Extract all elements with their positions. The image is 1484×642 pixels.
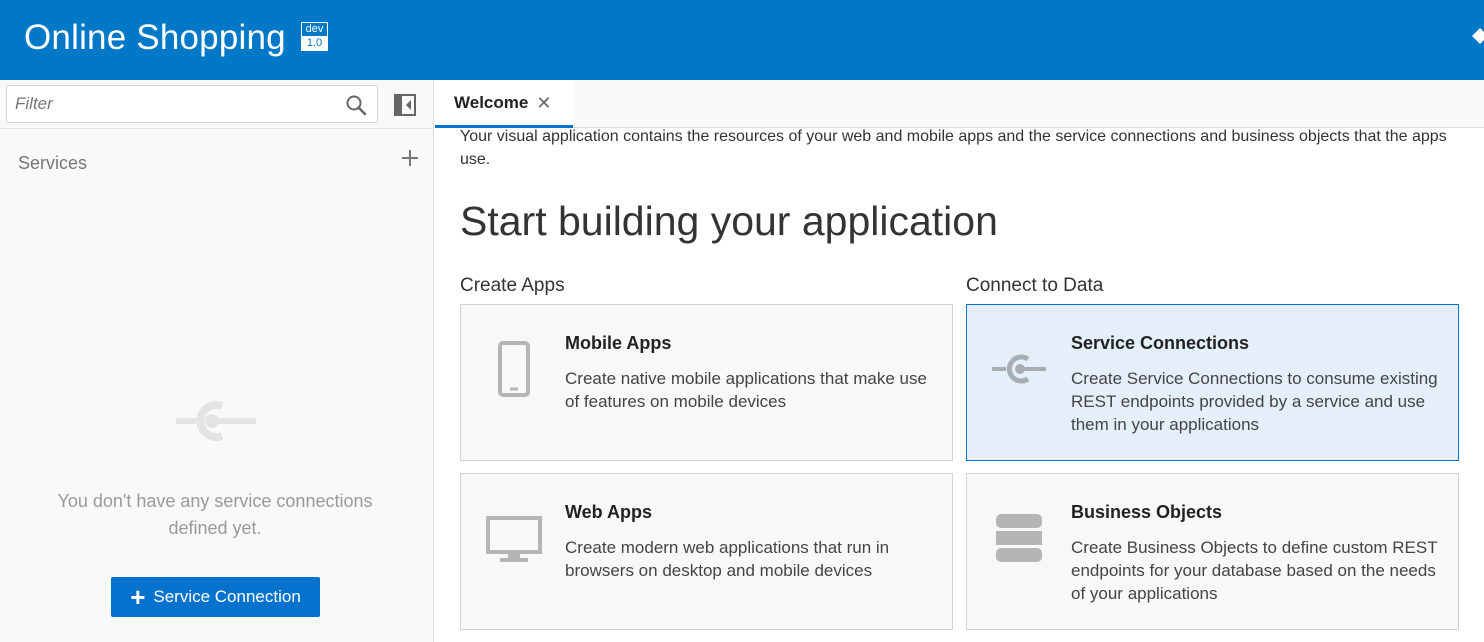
close-icon[interactable]: ✕ xyxy=(536,94,551,112)
business-objects-card[interactable]: Business Objects Create Business Objects… xyxy=(966,473,1459,630)
service-connection-icon xyxy=(992,354,1046,384)
plus-icon: + xyxy=(130,582,146,612)
services-section-title: Services xyxy=(18,153,88,173)
collapse-panel-icon[interactable] xyxy=(394,94,416,116)
filter-input[interactable] xyxy=(7,86,337,122)
sidebar-divider xyxy=(0,128,433,129)
tab-label: Welcome xyxy=(454,92,529,112)
web-apps-card[interactable]: Web Apps Create modern web applications … xyxy=(460,473,953,630)
add-icon[interactable] xyxy=(400,148,420,168)
mobile-apps-card[interactable]: Mobile Apps Create native mobile applica… xyxy=(460,304,953,461)
empty-state-message: You don't have any service connections d… xyxy=(57,491,373,538)
card-title: Business Objects xyxy=(1071,502,1223,522)
database-icon xyxy=(996,514,1042,562)
version-number: 1.0 xyxy=(301,36,328,51)
filter-box xyxy=(6,85,378,123)
add-service-connection-label: Service Connection xyxy=(153,587,301,606)
mobile-phone-icon xyxy=(498,341,530,397)
diamond-menu-icon[interactable] xyxy=(1470,26,1484,46)
service-connections-card[interactable]: Service Connections Create Service Conne… xyxy=(966,304,1459,461)
card-title: Service Connections xyxy=(1071,333,1250,353)
app-title: Online Shopping xyxy=(24,18,286,57)
card-title: Web Apps xyxy=(565,502,653,522)
services-sidebar: Services You don't have any service conn… xyxy=(0,80,434,642)
env-badge: dev xyxy=(301,22,328,36)
app-header: Online Shopping dev 1.0 xyxy=(0,0,1484,80)
desktop-monitor-icon xyxy=(486,516,542,562)
create-apps-label: Create Apps xyxy=(460,275,565,296)
card-description: Create native mobile applications that m… xyxy=(565,369,927,411)
tab-bar: Welcome ✕ xyxy=(435,80,1484,128)
tab-welcome[interactable]: Welcome ✕ xyxy=(435,80,573,128)
search-icon[interactable] xyxy=(345,94,367,116)
service-connection-icon xyxy=(176,401,256,441)
intro-text: Your visual application contains the res… xyxy=(460,128,1447,168)
card-description: Create modern web applications that run … xyxy=(565,538,890,580)
welcome-page: Your visual application contains the res… xyxy=(435,128,1484,642)
connect-to-data-label: Connect to Data xyxy=(966,275,1104,296)
card-description: Create Business Objects to define custom… xyxy=(1071,538,1438,603)
page-title: Start building your application xyxy=(460,198,998,244)
card-description: Create Service Connections to consume ex… xyxy=(1071,369,1438,434)
version-badge: dev 1.0 xyxy=(301,22,328,51)
card-title: Mobile Apps xyxy=(565,333,672,353)
add-service-connection-button[interactable]: + Service Connection xyxy=(111,577,320,617)
